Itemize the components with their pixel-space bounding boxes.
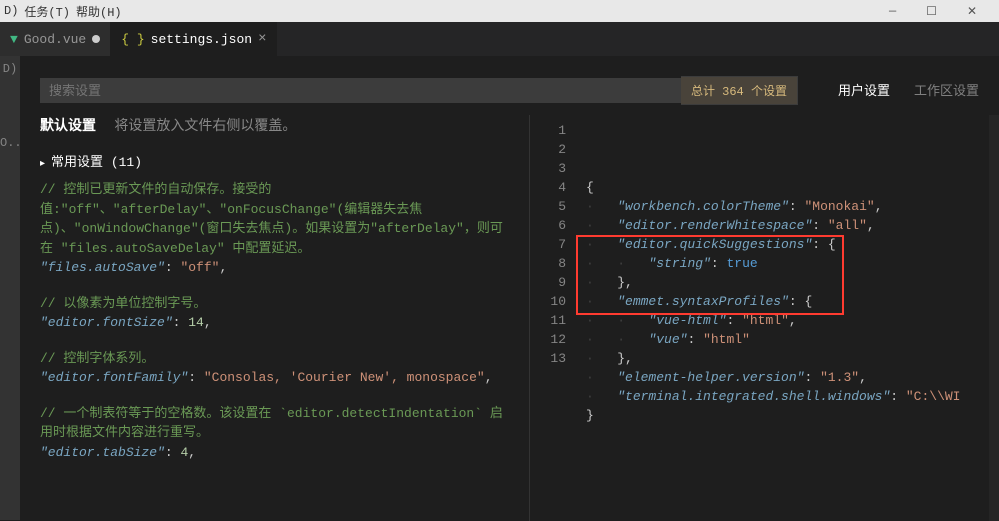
code-line[interactable]: · "element-helper.version": "1.3", — [586, 368, 989, 387]
code-line[interactable]: · "terminal.integrated.shell.windows": "… — [586, 387, 989, 406]
setting-comment: // 以像素为单位控制字号。 — [40, 294, 509, 314]
menu-tasks[interactable]: 任务(T) — [24, 3, 70, 20]
line-number: 6 — [530, 216, 566, 235]
window-controls: — ☐ ✕ — [889, 4, 995, 19]
close-tab-icon[interactable]: × — [258, 31, 266, 47]
minimap[interactable] — [989, 115, 999, 521]
setting-keyvalue: "files.autoSave": "off", — [40, 258, 509, 278]
search-row: 总计 364 个设置 — [20, 56, 818, 115]
line-number: 1 — [530, 121, 566, 140]
line-number: 3 — [530, 159, 566, 178]
tab-bar: ▼ Good.vue { } settings.json × — [0, 22, 999, 56]
setting-keyvalue: "editor.fontFamily": "Consolas, 'Courier… — [40, 368, 509, 388]
line-number: 9 — [530, 273, 566, 292]
default-settings-column: 默认设置 将设置放入文件右侧以覆盖。 常用设置 (11) // 控制已更新文件的… — [20, 115, 529, 521]
setting-comment: // 一个制表符等于的空格数。该设置在 `editor.detectIndent… — [40, 404, 509, 443]
line-number: 10 — [530, 292, 566, 311]
code-line[interactable]: · · "vue-html": "html", — [586, 311, 989, 330]
default-settings-title: 默认设置 将设置放入文件右侧以覆盖。 — [40, 115, 509, 135]
code-line[interactable]: · · "string": true — [586, 254, 989, 273]
maximize-button[interactable]: ☐ — [926, 4, 937, 19]
code-line[interactable]: · "editor.quickSuggestions": { — [586, 235, 989, 254]
setting-item: // 一个制表符等于的空格数。该设置在 `editor.detectIndent… — [40, 404, 509, 463]
settings-panel: 总计 364 个设置 用户设置 工作区设置 默认设置 将设置放入文件右侧以覆盖。… — [20, 56, 999, 520]
vue-icon: ▼ — [10, 32, 18, 47]
setting-item: // 控制已更新文件的自动保存。接受的值:"off"、"afterDelay"、… — [40, 180, 509, 278]
code-line[interactable]: · · "vue": "html" — [586, 330, 989, 349]
menu-partial-d: D) — [4, 4, 18, 18]
code-line[interactable]: · "editor.renderWhitespace": "all", — [586, 216, 989, 235]
line-number: 5 — [530, 197, 566, 216]
line-number: 12 — [530, 330, 566, 349]
code-line[interactable]: } — [586, 406, 989, 425]
setting-comment: // 控制字体系列。 — [40, 349, 509, 369]
common-settings-section[interactable]: 常用设置 (11) — [40, 151, 509, 170]
dirty-indicator-icon — [92, 35, 100, 43]
setting-item: // 以像素为单位控制字号。"editor.fontSize": 14, — [40, 294, 509, 333]
line-number: 4 — [530, 178, 566, 197]
tab-label: Good.vue — [24, 32, 86, 47]
setting-keyvalue: "editor.fontSize": 14, — [40, 313, 509, 333]
settings-scope-tabs: 用户设置 工作区设置 — [818, 56, 999, 109]
line-number: 7 — [530, 235, 566, 254]
user-settings-tab[interactable]: 用户设置 — [838, 80, 890, 99]
close-window-button[interactable]: ✕ — [967, 4, 977, 19]
workspace-settings-tab[interactable]: 工作区设置 — [914, 80, 979, 99]
activity-partial-text: D) — [0, 62, 20, 76]
menu-help[interactable]: 帮助(H) — [76, 3, 122, 20]
code-area[interactable]: {· "workbench.colorTheme": "Monokai",· "… — [576, 115, 989, 521]
search-settings-input[interactable] — [40, 78, 681, 103]
line-number-gutter: 12345678910111213 — [530, 115, 576, 521]
code-line[interactable]: { — [586, 178, 989, 197]
line-number: 8 — [530, 254, 566, 273]
code-line[interactable]: · }, — [586, 273, 989, 292]
main-area: D) O.. 总计 364 个设置 用户设置 工作区设置 默认设置 将设置放入文… — [0, 56, 999, 520]
line-number: 11 — [530, 311, 566, 330]
search-count-badge: 总计 364 个设置 — [681, 76, 798, 105]
code-line[interactable]: · "emmet.syntaxProfiles": { — [586, 292, 989, 311]
setting-item: // 控制字体系列。"editor.fontFamily": "Consolas… — [40, 349, 509, 388]
json-icon: { } — [121, 32, 144, 47]
setting-keyvalue: "editor.tabSize": 4, — [40, 443, 509, 463]
tab-settings-json[interactable]: { } settings.json × — [111, 22, 277, 56]
activity-bar: D) O.. — [0, 56, 20, 520]
line-number: 13 — [530, 349, 566, 368]
tab-good-vue[interactable]: ▼ Good.vue — [0, 22, 111, 56]
activity-partial-text2: O.. — [0, 136, 20, 150]
user-settings-editor[interactable]: 12345678910111213 {· "workbench.colorThe… — [529, 115, 999, 521]
menu-bar: D) 任务(T) 帮助(H) — ☐ ✕ — [0, 0, 999, 22]
setting-comment: // 控制已更新文件的自动保存。接受的值:"off"、"afterDelay"、… — [40, 180, 509, 258]
code-line[interactable]: · }, — [586, 349, 989, 368]
line-number: 2 — [530, 140, 566, 159]
tab-label: settings.json — [151, 32, 252, 47]
minimize-button[interactable]: — — [889, 4, 896, 19]
code-line[interactable]: · "workbench.colorTheme": "Monokai", — [586, 197, 989, 216]
